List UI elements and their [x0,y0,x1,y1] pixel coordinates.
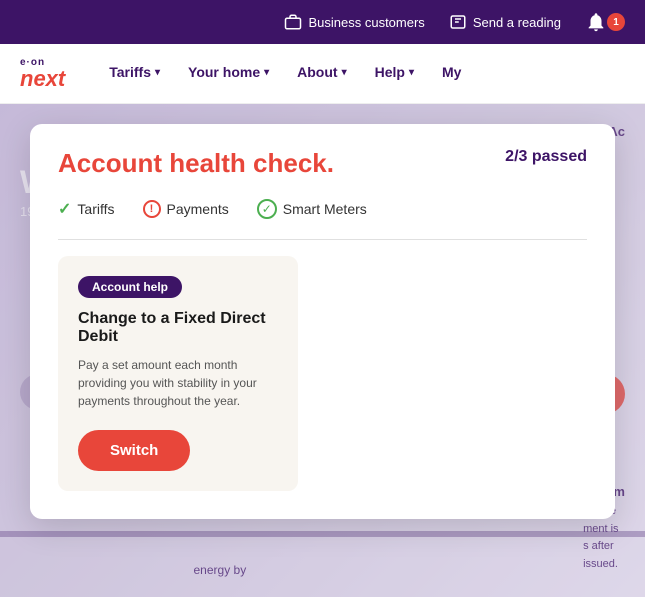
payments-check: ! Payments [143,200,229,218]
smart-meters-check: ✓ Smart Meters [257,199,367,219]
modal-header: Account health check. 2/3 passed [58,148,587,179]
smart-meters-check-label: Smart Meters [283,201,367,217]
nav-items: Tariffs ▾ Your home ▾ About ▾ Help ▾ My [95,44,625,104]
chevron-down-icon: ▾ [342,67,347,78]
nav-tariffs[interactable]: Tariffs ▾ [95,44,174,104]
account-help-badge: Account help [78,276,182,298]
send-reading-link[interactable]: Send a reading [449,13,561,31]
logo[interactable]: e·on next [20,57,65,90]
nav-about[interactable]: About ▾ [283,44,360,104]
payments-check-label: Payments [167,201,229,217]
chevron-down-icon: ▾ [155,67,160,78]
nav-help[interactable]: Help ▾ [361,44,428,104]
business-customers-link[interactable]: Business customers [284,13,424,31]
tariffs-check-icon: ✓ [58,199,71,219]
nav-about-label: About [297,64,337,80]
page-background: We 192 G Ac t paym payme ment is s after… [0,104,645,597]
nav-your-home[interactable]: Your home ▾ [174,44,283,104]
logo-next: next [20,68,65,90]
nav-my-account[interactable]: My [428,44,475,104]
business-customers-label: Business customers [308,15,424,30]
chevron-down-icon: ▾ [264,67,269,78]
main-nav: e·on next Tariffs ▾ Your home ▾ About ▾ … [0,44,645,104]
card-description: Pay a set amount each month providing yo… [78,356,278,410]
tariffs-check-label: Tariffs [77,201,114,217]
passed-badge: 2/3 passed [505,148,587,166]
smart-meters-check-icon: ✓ [257,199,277,219]
briefcase-icon [284,13,302,31]
account-help-card: Account help Change to a Fixed Direct De… [58,256,298,491]
payments-warning-icon: ! [143,200,161,218]
notification-icon [585,11,607,33]
nav-my-account-label: My [442,64,461,80]
checks-row: ✓ Tariffs ! Payments ✓ Smart Meters [58,199,587,219]
modal-divider [58,239,587,240]
modal-title: Account health check. [58,148,334,179]
notification-area[interactable]: 1 [585,11,625,33]
switch-button[interactable]: Switch [78,430,190,471]
card-title: Change to a Fixed Direct Debit [78,310,278,346]
notification-badge: 1 [607,13,625,31]
chevron-down-icon: ▾ [409,67,414,78]
nav-tariffs-label: Tariffs [109,64,151,80]
tariffs-check: ✓ Tariffs [58,199,115,219]
top-bar: Business customers Send a reading 1 [0,0,645,44]
nav-help-label: Help [375,64,405,80]
send-reading-label: Send a reading [473,15,561,30]
meter-icon [449,13,467,31]
nav-your-home-label: Your home [188,64,260,80]
health-check-modal: Account health check. 2/3 passed ✓ Tarif… [30,124,615,519]
